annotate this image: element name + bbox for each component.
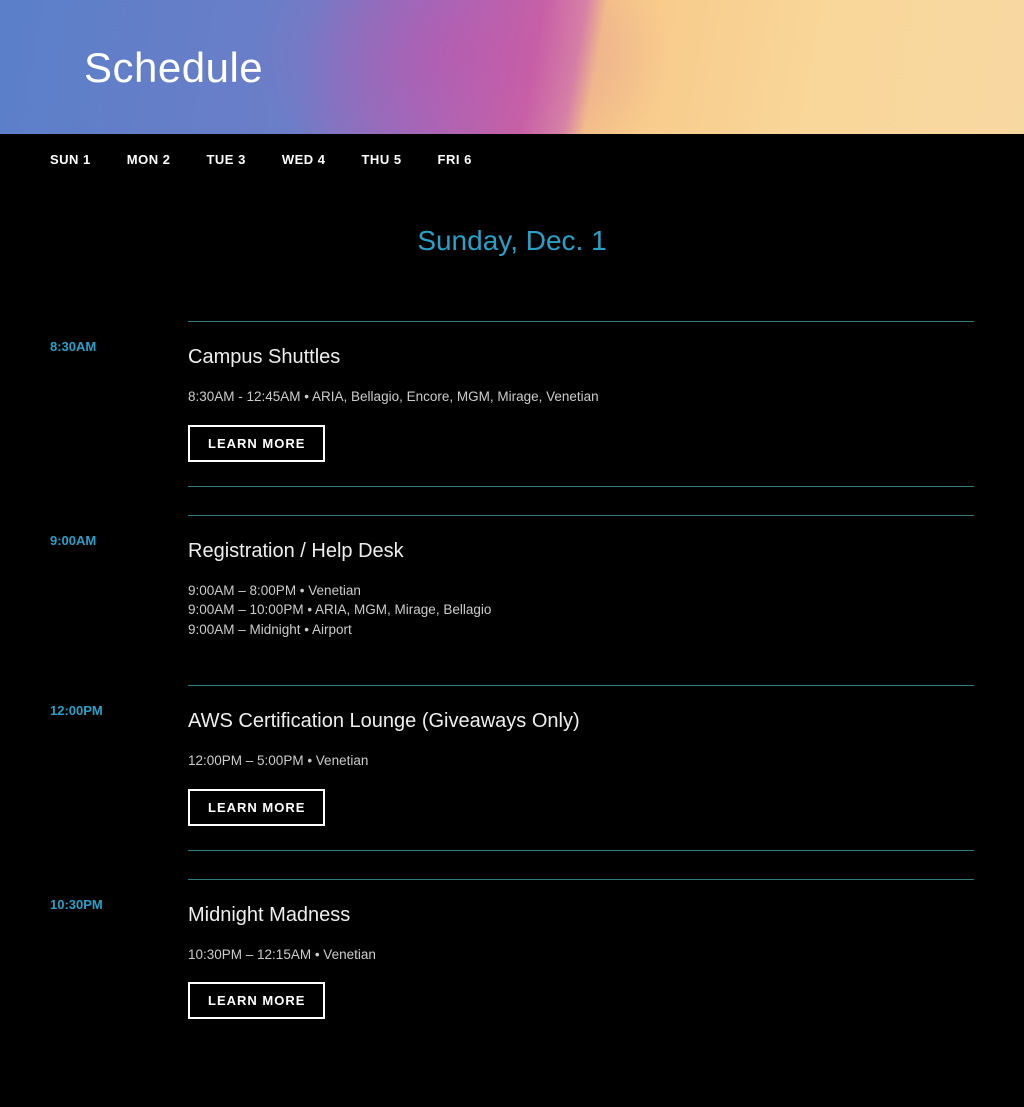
day-nav: SUN 1 MON 2 TUE 3 WED 4 THU 5 FRI 6 (0, 134, 1024, 185)
event-time: 9:00AM (50, 515, 188, 658)
divider (188, 486, 974, 487)
event-row: 9:00AMRegistration / Help Desk 9:00AM – 8… (50, 515, 974, 658)
event-body: Campus Shuttles 8:30AM - 12:45AM • ARIA, … (188, 321, 974, 487)
event-row: 10:30PMMidnight Madness 10:30PM – 12:15AM… (50, 879, 974, 1020)
hero-banner: Schedule (0, 0, 1024, 134)
daynav-tab-3[interactable]: WED 4 (282, 152, 326, 167)
event-row: 12:00PMAWS Certification Lounge (Giveawa… (50, 685, 974, 851)
event-body: AWS Certification Lounge (Giveaways Only… (188, 685, 974, 851)
daynav-tab-5[interactable]: FRI 6 (438, 152, 472, 167)
event-time: 10:30PM (50, 879, 188, 1020)
learn-more-button[interactable]: LEARN MORE (188, 789, 325, 826)
daynav-tab-4[interactable]: THU 5 (361, 152, 401, 167)
event-title: Midnight Madness (188, 904, 974, 927)
event-time: 12:00PM (50, 685, 188, 851)
event-time: 8:30AM (50, 321, 188, 487)
event-details: 12:00PM – 5:00PM • Venetian (188, 751, 974, 771)
daynav-tab-1[interactable]: MON 2 (127, 152, 171, 167)
divider (188, 850, 974, 851)
page-title: Schedule (84, 44, 263, 92)
event-title: AWS Certification Lounge (Giveaways Only… (188, 710, 974, 733)
daynav-tab-2[interactable]: TUE 3 (206, 152, 245, 167)
day-heading: Sunday, Dec. 1 (0, 225, 1024, 257)
learn-more-button[interactable]: LEARN MORE (188, 425, 325, 462)
event-details: 8:30AM - 12:45AM • ARIA, Bellagio, Encor… (188, 387, 974, 407)
events-list: 8:30AMCampus Shuttles 8:30AM - 12:45AM • … (0, 321, 1024, 1107)
event-body: Registration / Help Desk 9:00AM – 8:00PM … (188, 515, 974, 658)
event-title: Campus Shuttles (188, 346, 974, 369)
event-title: Registration / Help Desk (188, 540, 974, 563)
learn-more-button[interactable]: LEARN MORE (188, 982, 325, 1019)
event-details: 9:00AM – 8:00PM • Venetian9:00AM – 10:00… (188, 581, 974, 640)
event-details: 10:30PM – 12:15AM • Venetian (188, 945, 974, 965)
daynav-tab-0[interactable]: SUN 1 (50, 152, 91, 167)
event-row: 8:30AMCampus Shuttles 8:30AM - 12:45AM • … (50, 321, 974, 487)
event-body: Midnight Madness 10:30PM – 12:15AM • Vene… (188, 879, 974, 1020)
